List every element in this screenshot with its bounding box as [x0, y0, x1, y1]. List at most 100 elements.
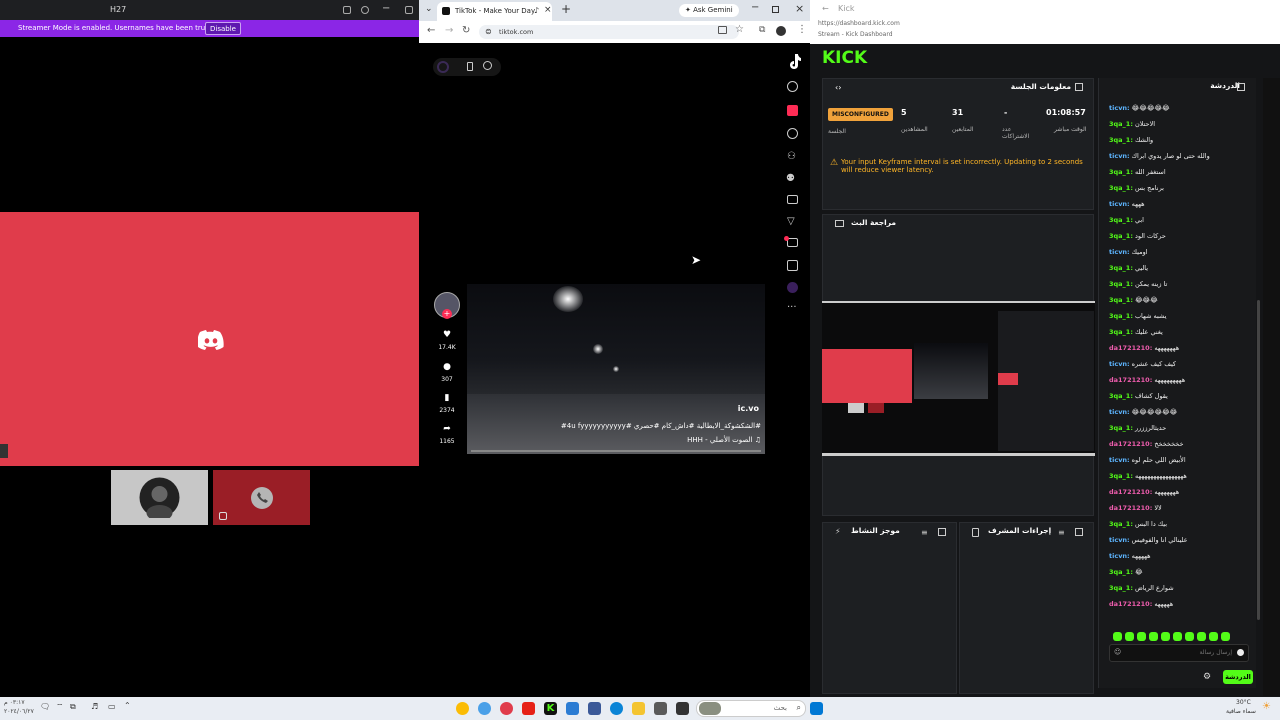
chat-message[interactable]: 3qa_1: ههههههههههههههههه [1109, 472, 1187, 480]
chat-message[interactable]: ticvn: 😂😂😂😂😂😂 [1109, 408, 1177, 416]
chrome-canary-icon[interactable] [478, 702, 491, 715]
chevron-up-icon[interactable]: ⌃ [124, 701, 131, 710]
taskbar-search[interactable]: بحث ⌕ [696, 700, 806, 717]
back-icon[interactable]: ← [822, 4, 829, 13]
forward-icon[interactable]: → [445, 25, 453, 36]
install-app-icon[interactable] [718, 26, 727, 34]
app-icon[interactable] [566, 702, 579, 715]
participant-tile-phone[interactable] [213, 470, 310, 525]
emote-picker-icon[interactable] [1237, 649, 1244, 656]
inbox-icon[interactable] [343, 6, 351, 14]
chat-message[interactable]: 3qa_1: استغفر الله [1109, 168, 1166, 176]
chat-username[interactable]: ticvn: [1109, 360, 1130, 368]
edge-icon[interactable] [610, 702, 623, 715]
emote-icon[interactable] [1173, 632, 1182, 641]
more-icon[interactable]: ··· [787, 302, 797, 313]
chat-username[interactable]: ticvn: [1109, 152, 1130, 160]
windows-start-icon[interactable] [810, 702, 823, 715]
chat-username[interactable]: ticvn: [1109, 104, 1130, 112]
chat-message[interactable]: ticvn: علينالي انا والفوفيس [1109, 536, 1188, 544]
call-stage[interactable] [0, 212, 419, 466]
chat-input[interactable]: ☺ إرسال رسالة [1109, 644, 1249, 662]
chat-message[interactable]: ticvn: كيف كيف عشره [1109, 360, 1176, 368]
chat-username[interactable]: ticvn: [1109, 200, 1130, 208]
kick-url[interactable]: https://dashboard.kick.com [818, 20, 900, 27]
close-tab-icon[interactable]: × [544, 5, 552, 15]
chat-message[interactable]: 3qa_1: حركات الود [1109, 232, 1166, 240]
like-action[interactable]: ♥ 17.4K [434, 330, 460, 351]
chat-username[interactable]: da1721210: [1109, 376, 1152, 384]
emoji-icon[interactable]: ☺ [1114, 648, 1121, 656]
chat-message[interactable]: da1721210: خخخخخخخ [1109, 440, 1184, 448]
chat-message[interactable]: ticvn: الأبيض اللي حلم لوه [1109, 456, 1186, 464]
ask-gemini-button[interactable]: ✦ Ask Gemini [679, 4, 739, 17]
minimize-icon[interactable]: − [382, 3, 390, 14]
chat-username[interactable]: 3qa_1: [1109, 424, 1133, 432]
chat-message[interactable]: 3qa_1: تا زينه يمكن [1109, 280, 1167, 288]
chat-message[interactable]: 3qa_1: يشبه شهاب [1109, 312, 1167, 320]
site-info-icon[interactable]: ⊜ [485, 27, 492, 36]
tiktok-logo-icon[interactable] [787, 53, 801, 69]
app-icon[interactable] [588, 702, 601, 715]
audio-icon[interactable]: ♪ [534, 6, 539, 15]
kick-app-icon[interactable]: K [544, 702, 557, 715]
following-icon[interactable]: ⚇ [787, 151, 796, 162]
stream-preview-video[interactable] [822, 301, 1095, 456]
minimize-icon[interactable]: − [751, 2, 759, 13]
search-icon[interactable] [787, 81, 798, 92]
emote-icon[interactable] [1137, 632, 1146, 641]
home-icon[interactable] [787, 105, 798, 116]
comment-action[interactable]: ● 307 [434, 362, 460, 383]
emote-icon[interactable] [1197, 632, 1206, 641]
chat-username[interactable]: 3qa_1: [1109, 296, 1133, 304]
emote-icon[interactable] [1209, 632, 1218, 641]
chat-message[interactable]: 3qa_1: الاحتلان [1109, 120, 1155, 128]
back-icon[interactable]: ← [427, 25, 435, 36]
chat-username[interactable]: ticvn: [1109, 408, 1130, 416]
emote-icon[interactable] [1125, 632, 1134, 641]
chat-message[interactable]: ticvn: اوميك [1109, 248, 1148, 256]
popout-icon[interactable] [938, 528, 946, 536]
opera-icon[interactable] [500, 702, 513, 715]
chat-username[interactable]: 3qa_1: [1109, 280, 1133, 288]
new-tab-icon[interactable]: + [561, 2, 571, 16]
video-player[interactable]: ic.vo #الشكشوكة_الايطالية #داش_كام #حصري… [467, 284, 765, 454]
chat-message[interactable]: da1721210: لالا [1109, 504, 1162, 512]
friends-icon[interactable]: ⚉ [786, 173, 795, 184]
chat-message[interactable]: ticvn: هههههه [1109, 552, 1151, 560]
popout-icon[interactable] [1075, 83, 1083, 91]
settings-icon[interactable] [483, 61, 492, 70]
tab-list-icon[interactable]: ⌄ [425, 4, 433, 14]
gear-icon[interactable]: ⚙ [1203, 672, 1211, 682]
chat-message[interactable]: 3qa_1: 😂 [1109, 568, 1143, 576]
app-icon[interactable] [676, 702, 689, 715]
chat-username[interactable]: ticvn: [1109, 456, 1130, 464]
close-window-icon[interactable]: × [795, 2, 804, 15]
emote-icon[interactable] [1149, 632, 1158, 641]
share-action[interactable]: ➦ 1165 [434, 424, 460, 445]
chat-message[interactable]: 3qa_1: يقول كشاف [1109, 392, 1168, 400]
live-icon[interactable] [787, 195, 798, 204]
chat-message[interactable]: da1721210: هههههه [1109, 600, 1173, 608]
url-input[interactable]: ⊜ tiktok.com [479, 25, 739, 39]
chat-username[interactable]: ticvn: [1109, 248, 1130, 256]
upload-icon[interactable] [787, 260, 798, 271]
tab-tiktok[interactable]: TikTok - Make Your Day ♪ × [437, 2, 552, 21]
chat-message[interactable]: ticvn: والله حتى لو صار يدوي ابراك [1109, 152, 1210, 160]
refresh-icon[interactable]: ‹› [835, 83, 841, 92]
chat-message[interactable]: 3qa_1: شوارع الرياض [1109, 584, 1174, 592]
filter-icon[interactable]: ≡ [921, 528, 928, 537]
chat-username[interactable]: 3qa_1: [1109, 120, 1133, 128]
chat-message[interactable]: 3qa_1: حديثالرززرر [1109, 424, 1166, 432]
emote-icon[interactable] [1161, 632, 1170, 641]
chat-username[interactable]: 3qa_1: [1109, 264, 1133, 272]
wifi-icon[interactable]: ⌔ [56, 702, 64, 712]
chat-username[interactable]: 3qa_1: [1109, 312, 1133, 320]
chat-username[interactable]: ticvn: [1109, 536, 1130, 544]
volume-icon[interactable]: ♬ [91, 702, 98, 711]
maximize-icon[interactable] [405, 6, 413, 14]
chat-username[interactable]: da1721210: [1109, 440, 1152, 448]
filter-icon[interactable]: ≡ [1058, 528, 1065, 537]
help-icon[interactable] [361, 6, 369, 14]
chat-username[interactable]: 3qa_1: [1109, 136, 1133, 144]
